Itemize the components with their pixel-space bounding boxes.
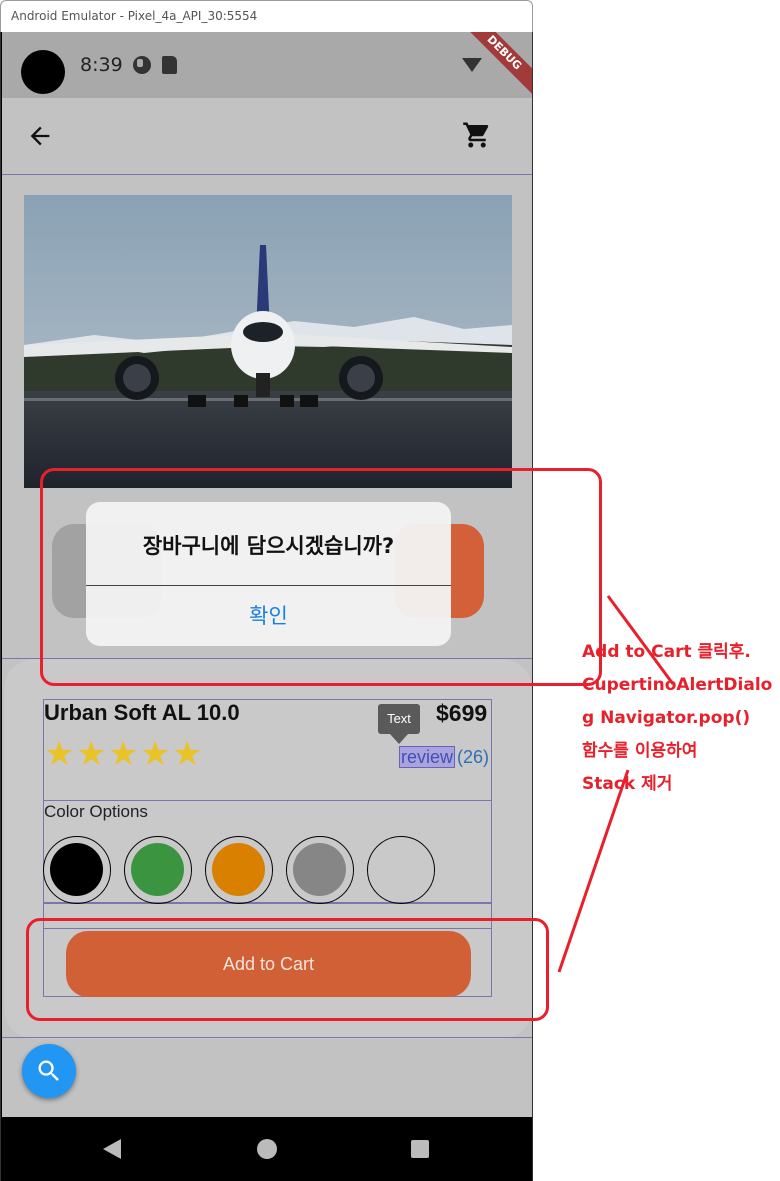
color-swatch xyxy=(374,843,427,896)
color-options-label: Color Options xyxy=(44,802,148,821)
star-icon: ★ xyxy=(44,734,75,774)
tooltip: Text xyxy=(378,704,420,734)
status-bar: 8:39 DEBUG xyxy=(2,32,532,102)
color-option-orange[interactable] xyxy=(205,836,273,904)
star-icon: ★ xyxy=(76,734,107,774)
annotation-text: Add to Cart 클릭후. CupertinoAlertDialo g N… xyxy=(582,636,777,801)
bottom-divider xyxy=(2,1037,532,1038)
color-swatch xyxy=(50,843,103,896)
nav-home-icon[interactable] xyxy=(257,1139,277,1159)
tooltip-tail xyxy=(390,734,408,744)
product-image xyxy=(24,195,512,488)
color-option-black[interactable] xyxy=(43,836,111,904)
nav-recents-icon[interactable] xyxy=(411,1140,429,1158)
color-swatch xyxy=(212,843,265,896)
product-price: $699 xyxy=(436,700,488,726)
android-nav-bar xyxy=(1,1117,532,1181)
annotation-box-dialog xyxy=(40,468,602,686)
star-icon: ★ xyxy=(172,734,203,774)
app-bar xyxy=(2,98,532,175)
annotation-box-button xyxy=(26,918,549,1021)
annotation-line: Add to Cart 클릭후. xyxy=(582,642,751,662)
rating-stars: ★★★★★ xyxy=(44,734,204,774)
arrow-back-icon[interactable] xyxy=(26,122,54,150)
review-link[interactable]: review (26) xyxy=(399,746,489,768)
search-icon xyxy=(38,1060,59,1081)
product-name: Urban Soft AL 10.0 xyxy=(44,700,240,725)
nav-back-icon[interactable] xyxy=(103,1139,121,1159)
annotation-line: g Navigator.pop() xyxy=(582,708,751,728)
emulator-title-bar: Android Emulator - Pixel_4a_API_30:5554 xyxy=(0,0,533,32)
annotation-line: 함수를 이용하여 xyxy=(582,741,698,761)
review-label[interactable]: review xyxy=(399,746,456,768)
wifi-icon xyxy=(462,58,482,72)
color-swatch xyxy=(131,843,184,896)
color-option-green[interactable] xyxy=(124,836,192,904)
root: Android Emulator - Pixel_4a_API_30:5554 … xyxy=(0,0,780,1181)
emulator-title: Android Emulator - Pixel_4a_API_30:5554 xyxy=(11,9,258,23)
star-icon: ★ xyxy=(108,734,139,774)
camera-cutout xyxy=(21,50,65,94)
review-count[interactable]: (26) xyxy=(457,747,489,767)
color-swatch xyxy=(293,843,346,896)
shopping-cart-icon[interactable] xyxy=(462,120,492,150)
color-option-gray[interactable] xyxy=(286,836,354,904)
annotation-line: CupertinoAlertDialo xyxy=(582,675,773,695)
status-time: 8:39 xyxy=(80,54,123,76)
sd-card-icon xyxy=(162,56,177,74)
status-app-icon xyxy=(133,56,151,74)
annotation-line: Stack 제거 xyxy=(582,774,673,794)
color-option-light[interactable] xyxy=(367,836,435,904)
search-fab[interactable] xyxy=(22,1044,76,1098)
star-icon: ★ xyxy=(140,734,171,774)
